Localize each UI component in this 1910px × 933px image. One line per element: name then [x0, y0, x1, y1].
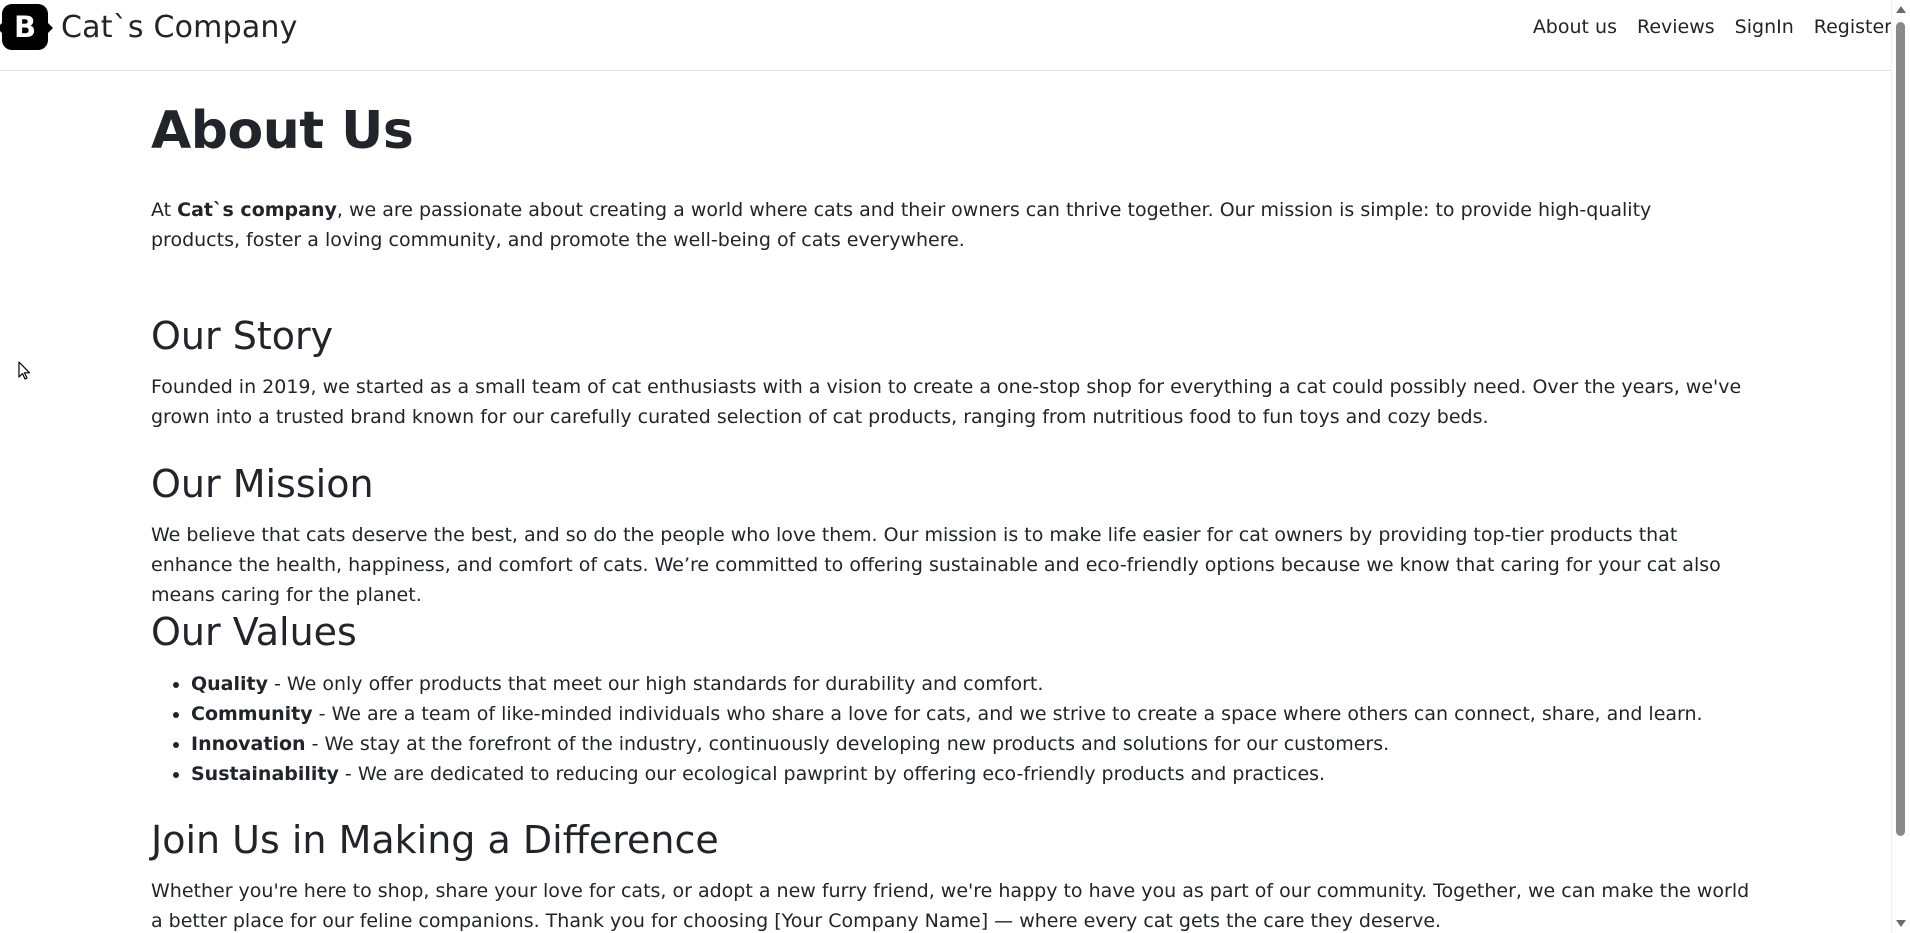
scroll-down-arrow-icon[interactable]: [1896, 920, 1906, 927]
bootstrap-logo-icon: B: [0, 4, 53, 50]
intro-prefix: At: [151, 199, 178, 221]
nav-link-reviews[interactable]: Reviews: [1627, 14, 1725, 40]
list-item-innovation: Innovation - We stay at the forefront of…: [191, 729, 1703, 759]
story-paragraph: Founded in 2019, we started as a small t…: [151, 376, 1742, 428]
values-list: Quality - We only offer products that me…: [151, 669, 1703, 789]
mission-paragraph: We believe that cats deserve the best, a…: [151, 524, 1721, 606]
join-paragraph: Whether you're here to shop, share your …: [151, 880, 1750, 932]
value-text: - We only offer products that meet our h…: [268, 673, 1044, 695]
value-term: Innovation: [191, 733, 306, 755]
navbar: B Cat`s Company About us Reviews SignIn …: [0, 0, 1892, 71]
main-nav: About us Reviews SignIn Register: [1523, 14, 1892, 40]
page: B Cat`s Company About us Reviews SignIn …: [0, 0, 1910, 933]
list-item-sustainability: Sustainability - We are dedicated to red…: [191, 759, 1703, 789]
value-term: Quality: [191, 673, 268, 695]
value-term: Sustainability: [191, 763, 339, 785]
nav-link-signin[interactable]: SignIn: [1725, 14, 1804, 40]
heading-join-us: Join Us in Making a Difference: [151, 818, 719, 862]
nav-link-about-us[interactable]: About us: [1523, 14, 1627, 40]
value-text: - We are dedicated to reducing our ecolo…: [338, 763, 1326, 785]
brand-link[interactable]: B Cat`s Company: [0, 4, 298, 50]
intro-text: , we are passionate about creating a wor…: [151, 199, 1652, 251]
value-text: - We stay at the forefront of the indust…: [305, 733, 1390, 755]
scroll-up-arrow-icon[interactable]: [1896, 6, 1906, 13]
company-name: Cat`s company: [177, 199, 337, 221]
intro-paragraph: At Cat`s company, we are passionate abou…: [151, 195, 1731, 255]
vertical-scrollbar[interactable]: [1891, 0, 1910, 933]
list-item-quality: Quality - We only offer products that me…: [191, 669, 1703, 699]
nav-link-register[interactable]: Register: [1804, 14, 1892, 40]
scrollbar-thumb[interactable]: [1896, 22, 1905, 836]
value-text: - We are a team of like-minded individua…: [312, 703, 1703, 725]
list-item-community: Community - We are a team of like-minded…: [191, 699, 1703, 729]
page-title: About Us: [151, 101, 414, 161]
heading-our-story: Our Story: [151, 314, 334, 358]
value-term: Community: [191, 703, 313, 725]
heading-our-values: Our Values: [151, 610, 357, 654]
heading-our-mission: Our Mission: [151, 462, 374, 506]
brand-name: Cat`s Company: [61, 9, 298, 45]
mouse-cursor-icon: [18, 361, 31, 380]
